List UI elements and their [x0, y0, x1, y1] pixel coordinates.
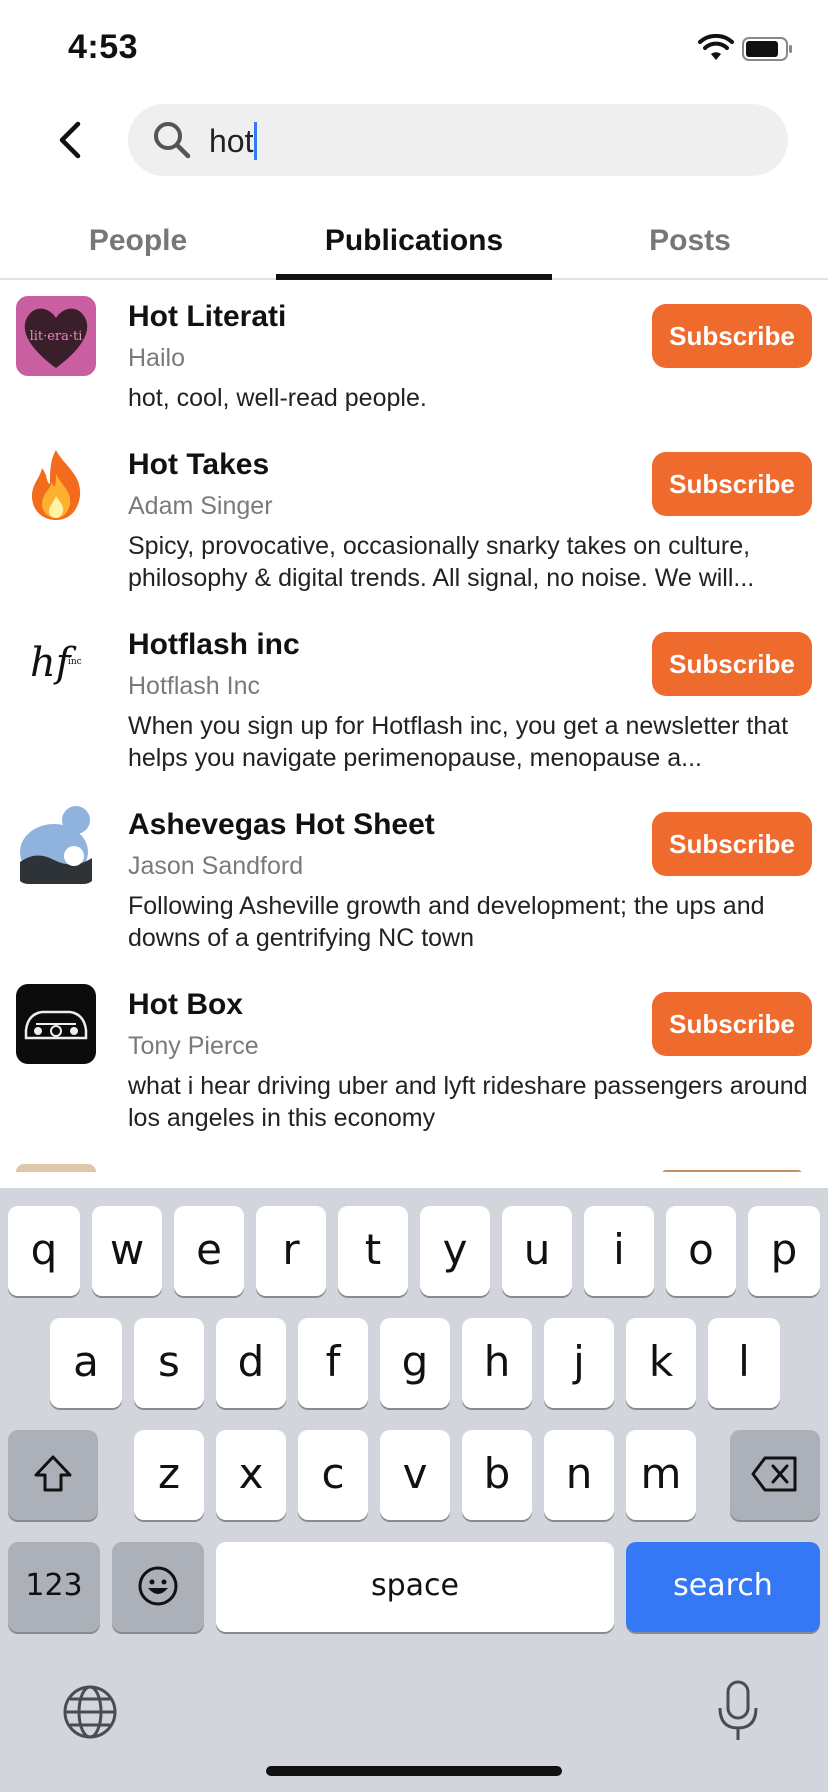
logo-text: lit·era·ti [30, 329, 83, 344]
numbers-key[interactable]: 123 [8, 1542, 100, 1632]
status-time: 4:53 [68, 28, 139, 66]
publication-description: hot, cool, well-read people. [128, 384, 427, 412]
key-a[interactable]: a [50, 1318, 122, 1408]
microphone-icon[interactable] [716, 1680, 760, 1742]
key-v[interactable]: v [380, 1430, 450, 1520]
publication-author: Hotflash Inc [128, 672, 261, 700]
next-item-logo-peek [16, 1164, 96, 1172]
key-c[interactable]: c [298, 1430, 368, 1520]
key-o[interactable]: o [666, 1206, 736, 1296]
subscribe-button[interactable]: Subscribe [652, 992, 812, 1056]
space-key[interactable]: space [216, 1542, 614, 1632]
globe-icon[interactable] [62, 1684, 118, 1740]
subscribe-button[interactable]: Subscribe [652, 632, 812, 696]
search-query: hot [209, 122, 258, 160]
back-button[interactable] [52, 118, 92, 162]
emoji-icon [138, 1566, 178, 1606]
key-s[interactable]: s [134, 1318, 204, 1408]
publication-title[interactable]: Hotflash inc [128, 628, 300, 662]
key-d[interactable]: d [216, 1318, 286, 1408]
text-caret [254, 122, 258, 160]
key-x[interactable]: x [216, 1430, 286, 1520]
publication-description: When you sign up for Hotflash inc, you g… [128, 712, 789, 772]
publication-author: Tony Pierce [128, 1032, 259, 1060]
publication-logo [16, 444, 96, 524]
search-input[interactable]: hot [128, 104, 788, 176]
status-bar: 4:53 [0, 0, 828, 100]
publication-title[interactable]: Hot Box [128, 988, 243, 1022]
publication-logo [16, 984, 96, 1064]
emoji-key[interactable] [112, 1542, 204, 1632]
publication-title[interactable]: Hot Literati [128, 300, 286, 334]
publication-author: Hailo [128, 344, 185, 372]
key-l[interactable]: l [708, 1318, 780, 1408]
publication-title[interactable]: Ashevegas Hot Sheet [128, 808, 435, 842]
key-p[interactable]: p [748, 1206, 820, 1296]
subscribe-button[interactable]: Subscribe [652, 812, 812, 876]
key-f[interactable]: f [298, 1318, 368, 1408]
key-m[interactable]: m [626, 1430, 696, 1520]
key-j[interactable]: j [544, 1318, 614, 1408]
publication-logo: lit·era·ti [16, 296, 96, 376]
publication-author: Adam Singer [128, 492, 273, 520]
key-u[interactable]: u [502, 1206, 572, 1296]
key-z[interactable]: z [134, 1430, 204, 1520]
shift-key[interactable] [8, 1430, 98, 1520]
battery-icon [742, 37, 792, 61]
hotflash-logo-icon: hf inc [30, 640, 82, 686]
key-g[interactable]: g [380, 1318, 450, 1408]
publication-description: what i hear driving uber and lyft ridesh… [128, 1072, 808, 1132]
publication-logo: hf inc [16, 624, 96, 704]
key-b[interactable]: b [462, 1430, 532, 1520]
home-indicator[interactable] [266, 1766, 562, 1776]
backspace-icon [751, 1456, 797, 1492]
key-t[interactable]: t [338, 1206, 408, 1296]
search-key[interactable]: search [626, 1542, 820, 1632]
publication-author: Jason Sandford [128, 852, 304, 880]
search-query-text: hot [209, 123, 254, 159]
search-icon [154, 122, 191, 159]
key-r[interactable]: r [256, 1206, 326, 1296]
tab-people[interactable]: People [0, 206, 276, 278]
key-y[interactable]: y [420, 1206, 490, 1296]
publication-title[interactable]: Hot Takes [128, 448, 269, 482]
key-h[interactable]: h [462, 1318, 532, 1408]
next-item-button-peek [662, 1170, 802, 1172]
publication-description: Spicy, provocative, occasionally snarky … [128, 532, 755, 592]
ashevegas-logo-icon [20, 806, 92, 884]
key-w[interactable]: w [92, 1206, 162, 1296]
publication-description: Following Asheville growth and developme… [128, 892, 765, 952]
tab-publications[interactable]: Publications [276, 206, 552, 280]
delete-key[interactable] [730, 1430, 820, 1520]
key-k[interactable]: k [626, 1318, 696, 1408]
heart-logo-icon: lit·era·ti [24, 308, 88, 368]
wifi-icon [698, 34, 734, 60]
tab-posts[interactable]: Posts [552, 206, 828, 278]
key-n[interactable]: n [544, 1430, 614, 1520]
publication-list: lit·era·ti Hot Literati Hailo hot, cool,… [0, 282, 828, 1172]
key-i[interactable]: i [584, 1206, 654, 1296]
publication-logo [16, 804, 96, 884]
tab-bar: People Publications Posts [0, 206, 828, 280]
key-q[interactable]: q [8, 1206, 80, 1296]
key-e[interactable]: e [174, 1206, 244, 1296]
logo-subtext: inc [68, 657, 82, 667]
fire-icon [32, 450, 81, 520]
subscribe-button[interactable]: Subscribe [652, 304, 812, 368]
shift-icon [34, 1455, 72, 1492]
subscribe-button[interactable]: Subscribe [652, 452, 812, 516]
car-icon [24, 1010, 88, 1040]
